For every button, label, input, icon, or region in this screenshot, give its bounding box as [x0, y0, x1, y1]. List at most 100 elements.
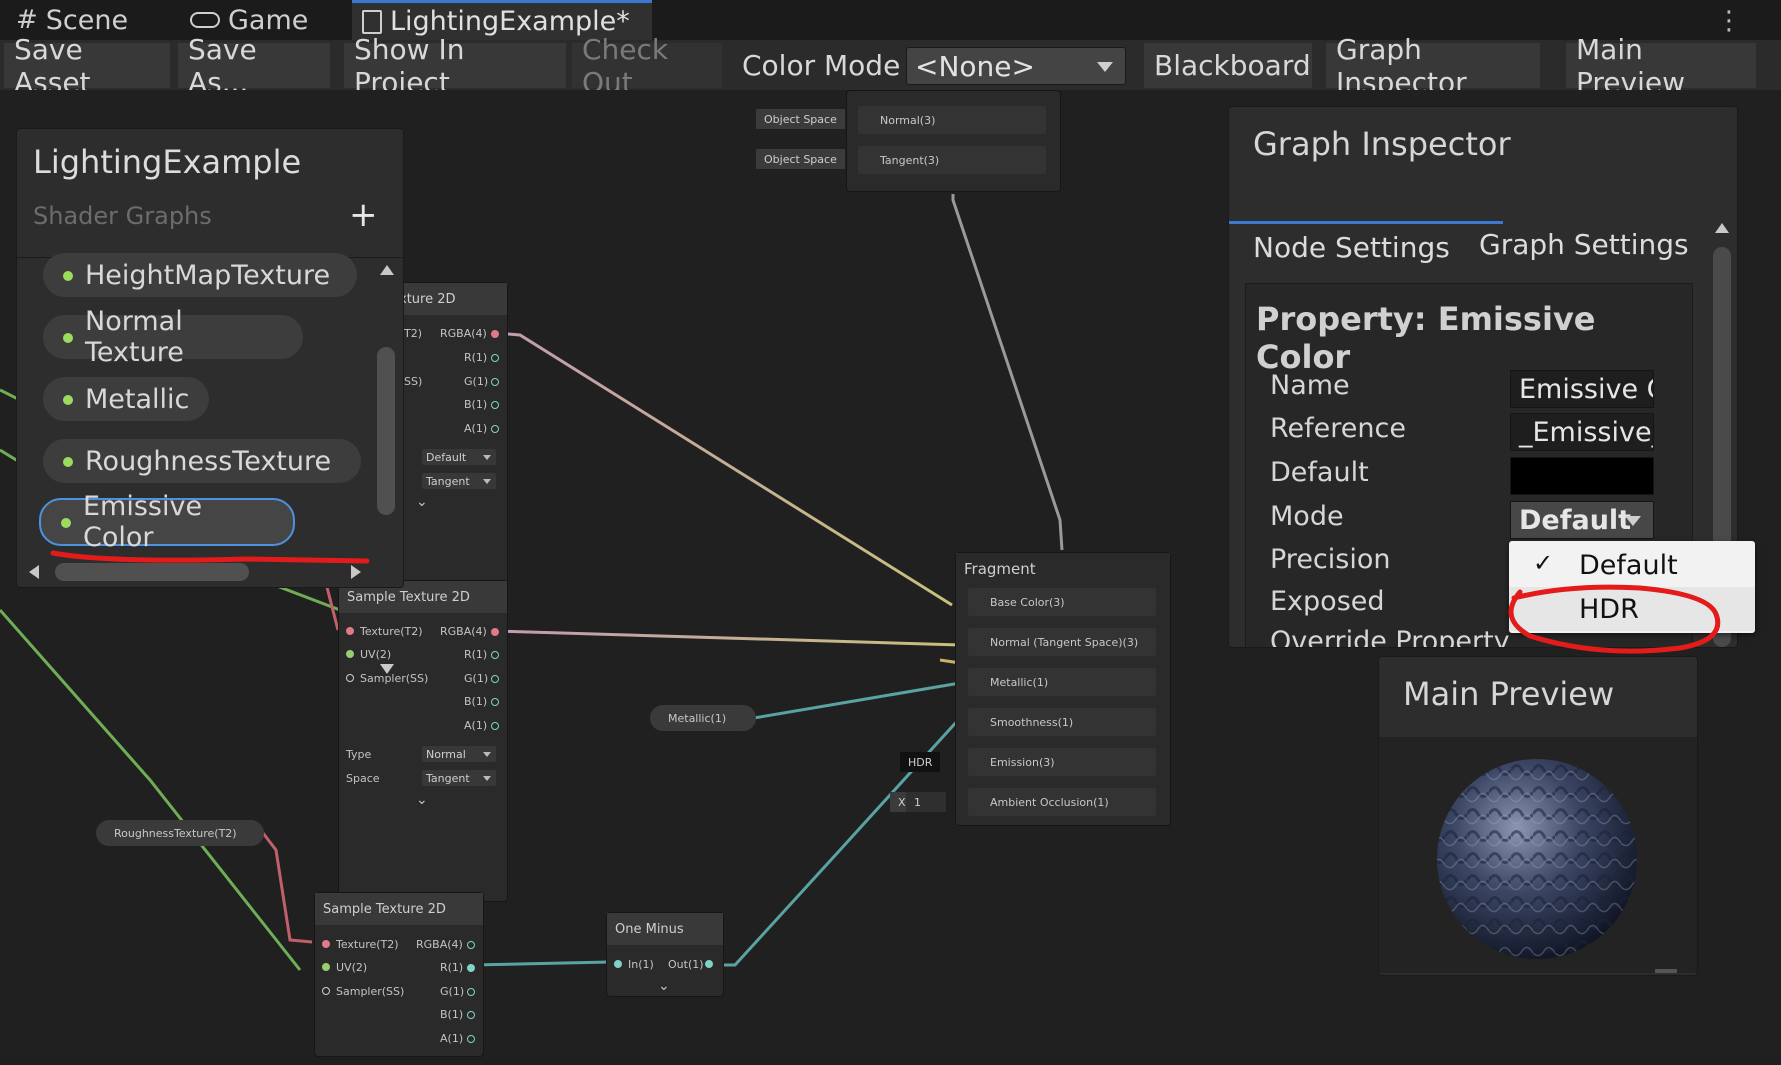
port-a[interactable]: A(1)	[440, 1032, 463, 1045]
port-g[interactable]: G(1)	[464, 672, 488, 685]
mode-select[interactable]: Default	[1510, 501, 1654, 539]
tab-graph-settings[interactable]: Graph Settings	[1455, 221, 1713, 267]
port-dot[interactable]	[491, 401, 499, 409]
scrollbar-thumb[interactable]	[377, 347, 395, 515]
preview-sphere[interactable]	[1379, 737, 1697, 973]
property-roughness-texture[interactable]: RoughnessTexture	[43, 439, 361, 483]
fragment-slot-emission[interactable]: Emission(3)	[968, 748, 1156, 776]
port-dot[interactable]	[467, 1011, 475, 1019]
space-select[interactable]: Tangent	[422, 473, 496, 489]
port-dot[interactable]	[346, 627, 354, 635]
port-b[interactable]: B(1)	[440, 1008, 463, 1021]
port-r[interactable]: R(1)	[464, 648, 487, 661]
port-g[interactable]: G(1)	[464, 375, 488, 388]
add-property-button[interactable]: +	[349, 195, 378, 235]
port-a[interactable]: A(1)	[464, 422, 487, 435]
chevron-down-icon[interactable]: ⌄	[416, 792, 428, 808]
roughness-property-node[interactable]: RoughnessTexture(T2)	[96, 820, 264, 846]
reference-field[interactable]: _Emissive_Color	[1510, 413, 1654, 451]
chevron-down-icon[interactable]: ⌄	[416, 494, 428, 510]
port-texture[interactable]: T2)	[404, 327, 422, 340]
type-select[interactable]: Default	[422, 449, 496, 465]
port-dot[interactable]	[491, 698, 499, 706]
fragment-slot-ambient-occlusion[interactable]: Ambient Occlusion(1)	[968, 788, 1156, 816]
blackboard-panel: LightingExample Shader Graphs + HeightMa…	[16, 128, 404, 674]
graph-inspector-toggle-button[interactable]: Graph Inspector	[1326, 33, 1540, 99]
blackboard-toggle-button[interactable]: Blackboard	[1144, 43, 1312, 88]
port-dot[interactable]	[491, 675, 499, 683]
port-dot[interactable]	[491, 330, 499, 338]
name-field[interactable]: Emissive Color	[1510, 370, 1654, 408]
property-emissive-color[interactable]: Emissive Color	[39, 491, 295, 553]
port-rgba[interactable]: RGBA(4)	[416, 938, 463, 951]
port-dot[interactable]	[467, 964, 475, 972]
port-dot[interactable]	[346, 674, 354, 682]
port-dot[interactable]	[491, 378, 499, 386]
preview-viewport[interactable]	[1379, 737, 1697, 973]
arrow-left-icon[interactable]	[29, 565, 39, 579]
property-metallic[interactable]: Metallic	[43, 377, 209, 421]
arrow-right-icon[interactable]	[351, 565, 361, 579]
arrow-down-icon[interactable]	[380, 664, 394, 674]
port-dot[interactable]	[467, 988, 475, 996]
port-dot[interactable]	[467, 941, 475, 949]
chevron-down-icon[interactable]: ⌄	[658, 978, 670, 994]
port-dot[interactable]	[705, 960, 713, 968]
hdr-inline-field[interactable]: HDR	[900, 752, 941, 772]
check-out-button[interactable]: Check Out	[572, 33, 722, 99]
color-mode-select[interactable]: <None>	[906, 47, 1126, 85]
port-dot[interactable]	[322, 940, 330, 948]
port-dot[interactable]	[491, 651, 499, 659]
save-asset-button[interactable]: Save Asset	[4, 33, 170, 99]
port-texture[interactable]: Texture(T2)	[336, 938, 399, 951]
port-g[interactable]: G(1)	[440, 985, 464, 998]
port-dot[interactable]	[346, 650, 354, 658]
port-dot[interactable]	[467, 1035, 475, 1043]
port-b[interactable]: B(1)	[464, 695, 487, 708]
vertex-slot-normal[interactable]: Normal(3)	[858, 106, 1046, 134]
port-r[interactable]: R(1)	[464, 351, 487, 364]
port-in[interactable]: In(1)	[628, 958, 654, 971]
port-sampler[interactable]: SS)	[404, 375, 422, 388]
show-in-project-button[interactable]: Show In Project	[344, 33, 566, 99]
port-dot[interactable]	[322, 987, 330, 995]
port-rgba[interactable]: RGBA(4)	[440, 625, 487, 638]
port-dot[interactable]	[491, 354, 499, 362]
port-a[interactable]: A(1)	[464, 719, 487, 732]
ao-value-field[interactable]: 1	[906, 792, 946, 812]
vertex-slot-tangent[interactable]: Tangent(3)	[858, 146, 1046, 174]
object-space-field[interactable]: Object Space	[756, 149, 845, 169]
port-uv[interactable]: UV(2)	[336, 961, 367, 974]
port-sampler[interactable]: Sampler(SS)	[336, 985, 404, 998]
port-b[interactable]: B(1)	[464, 398, 487, 411]
port-dot[interactable]	[491, 425, 499, 433]
arrow-up-icon[interactable]	[1715, 223, 1729, 233]
object-space-field[interactable]: Object Space	[756, 109, 845, 129]
main-preview-toggle-button[interactable]: Main Preview	[1566, 33, 1756, 99]
port-dot[interactable]	[491, 722, 499, 730]
port-dot[interactable]	[491, 628, 499, 636]
fragment-slot-normal[interactable]: Normal (Tangent Space)(3)	[968, 628, 1156, 656]
blackboard-horizontal-scrollbar[interactable]	[17, 559, 373, 585]
fragment-slot-metallic[interactable]: Metallic(1)	[968, 668, 1156, 696]
port-dot[interactable]	[322, 963, 330, 971]
chevron-down-icon	[1625, 516, 1641, 526]
fragment-slot-smoothness[interactable]: Smoothness(1)	[968, 708, 1156, 736]
property-height-map-texture[interactable]: HeightMapTexture	[43, 253, 357, 297]
metallic-property-node[interactable]: Metallic(1)	[650, 705, 756, 731]
space-select[interactable]: Tangent	[422, 770, 496, 786]
property-normal-texture[interactable]: Normal Texture	[43, 306, 303, 368]
port-r[interactable]: R(1)	[440, 961, 463, 974]
more-options-icon[interactable]: ⋮	[1716, 6, 1742, 36]
save-as-button[interactable]: Save As...	[178, 33, 330, 99]
resize-handle[interactable]	[1655, 969, 1677, 973]
default-color-swatch[interactable]	[1510, 457, 1654, 495]
scrollbar-thumb[interactable]	[55, 563, 249, 581]
port-out[interactable]: Out(1)	[668, 958, 704, 971]
fragment-slot-base-color[interactable]: Base Color(3)	[968, 588, 1156, 616]
port-dot[interactable]	[614, 960, 622, 968]
mode-value: Default	[1519, 504, 1632, 536]
arrow-up-icon[interactable]	[380, 265, 394, 275]
type-select[interactable]: Normal	[422, 746, 496, 762]
port-rgba[interactable]: RGBA(4)	[440, 327, 487, 340]
